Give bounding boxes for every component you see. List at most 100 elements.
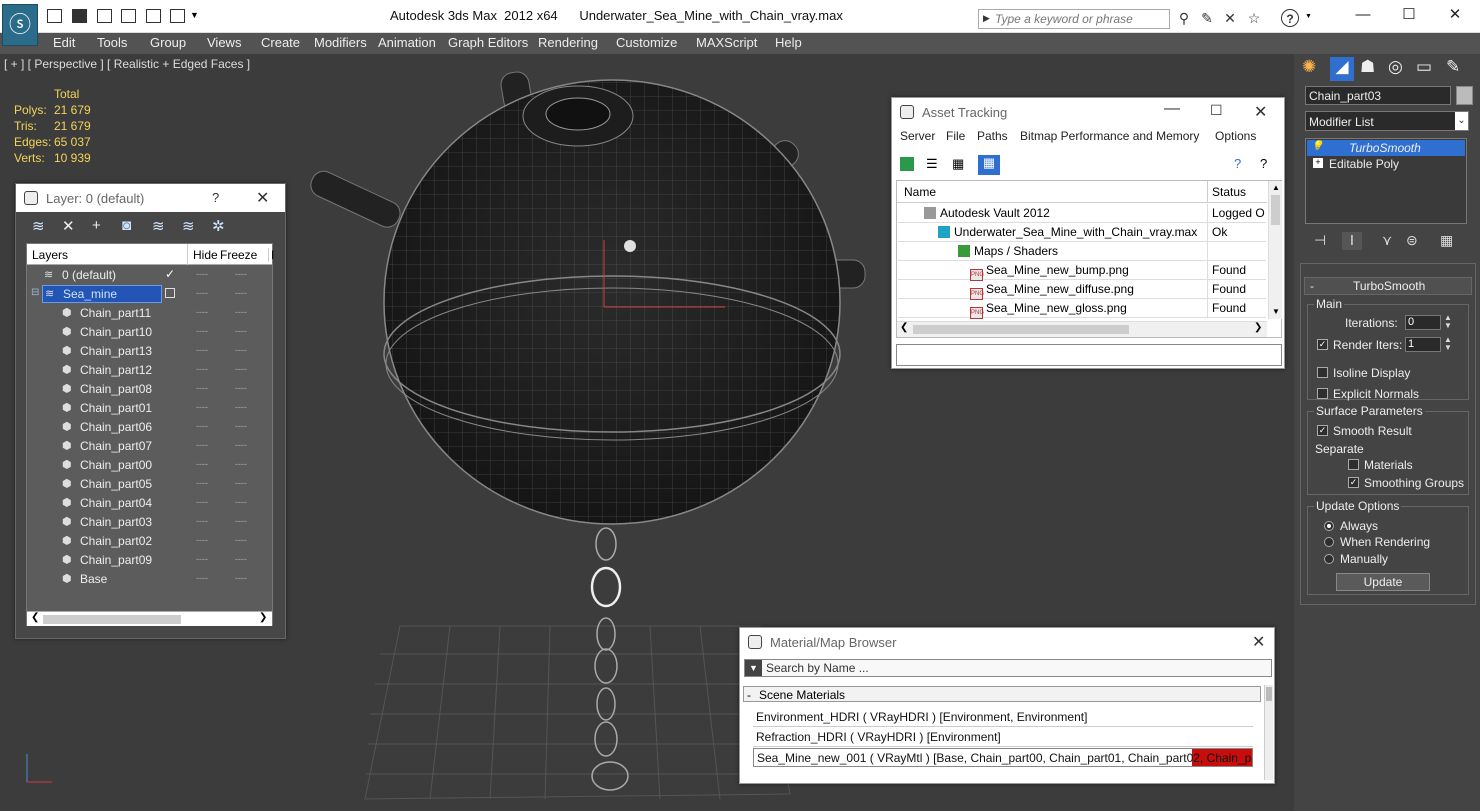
material-browser-titlebar[interactable]: Material/Map Browser ✕ [740, 628, 1274, 656]
menu-paths[interactable]: Paths [977, 129, 1008, 143]
menu-views[interactable]: Views [207, 35, 241, 50]
hide-toggle[interactable]: ---- [196, 478, 208, 488]
always-radio[interactable] [1324, 521, 1334, 531]
layer-row[interactable]: ⬢ Chain_part02 ---- ---- [28, 532, 270, 551]
freeze-toggle[interactable]: ---- [235, 345, 247, 355]
asset-tracking-titlebar[interactable]: Asset Tracking — ☐ ✕ [892, 98, 1284, 126]
stack-item-editable-poly[interactable]: + Editable Poly [1307, 156, 1465, 172]
search-options-icon[interactable]: ▼ [745, 660, 762, 676]
menu-create[interactable]: Create [261, 35, 300, 50]
stack-item-turbosmooth[interactable]: 💡 TurboSmooth [1307, 140, 1465, 156]
minimize-icon[interactable]: — [1164, 100, 1180, 118]
freeze-toggle[interactable]: ---- [235, 440, 247, 450]
configure-sets-icon[interactable]: ▦ [1440, 232, 1453, 249]
freeze-toggle[interactable]: ---- [235, 516, 247, 526]
select-objects-icon[interactable]: ◙ [122, 217, 131, 234]
tree-view-icon[interactable]: ▦ [952, 156, 964, 172]
hide-toggle[interactable]: ---- [196, 269, 208, 279]
freeze-toggle[interactable]: ---- [235, 497, 247, 507]
vertical-scrollbar[interactable] [1264, 685, 1273, 780]
layer-row[interactable]: ⬢ Chain_part12 ---- ---- [28, 361, 270, 380]
menu-help[interactable]: Help [775, 35, 802, 50]
hide-toggle[interactable]: ---- [196, 497, 208, 507]
layer-row[interactable]: ⬢ Chain_part03 ---- ---- [28, 513, 270, 532]
layer-row[interactable]: ⊟ ≋ Sea_mine ---- ---- [28, 285, 270, 304]
when-rendering-radio[interactable] [1324, 537, 1334, 547]
iterations-spinner[interactable]: 0 [1405, 315, 1441, 330]
refresh-icon[interactable] [900, 157, 914, 171]
hide-toggle[interactable]: ---- [196, 535, 208, 545]
layer-row[interactable]: ≋ 0 (default) ✓ ---- ---- [28, 266, 270, 285]
asset-row[interactable]: Maps / Shaders [898, 242, 1266, 261]
scroll-right-icon[interactable]: ❯ [1254, 322, 1262, 333]
binoculars-icon[interactable]: ⚲ [1175, 9, 1193, 27]
scroll-thumb[interactable] [913, 325, 1129, 334]
layer-row[interactable]: ⬢ Chain_part05 ---- ---- [28, 475, 270, 494]
make-unique-icon[interactable]: ⋎ [1382, 232, 1392, 249]
explicit-normals-checkbox[interactable] [1317, 388, 1328, 399]
object-color-swatch[interactable] [1456, 86, 1473, 105]
display-tab-icon[interactable]: ▭ [1416, 57, 1432, 77]
layer-row[interactable]: ⬢ Chain_part06 ---- ---- [28, 418, 270, 437]
chevron-down-icon[interactable]: ▼ [1305, 13, 1312, 20]
menu-tools[interactable]: Tools [97, 35, 127, 50]
layer-row[interactable]: ⬢ Chain_part13 ---- ---- [28, 342, 270, 361]
list-view-icon[interactable]: ☰ [926, 156, 938, 172]
freeze-toggle[interactable]: ---- [235, 459, 247, 469]
menu-customize[interactable]: Customize [616, 35, 677, 50]
hide-toggle[interactable]: ---- [196, 554, 208, 564]
chevron-down-icon[interactable]: ▼ [190, 10, 199, 20]
save-icon[interactable] [72, 9, 87, 23]
scroll-up-icon[interactable]: ▲ [1272, 183, 1280, 192]
hide-toggle[interactable]: ---- [196, 440, 208, 450]
menu-bitmap-performance[interactable]: Bitmap Performance and Memory [1020, 129, 1199, 143]
menu-rendering[interactable]: Rendering [538, 35, 598, 50]
asset-row[interactable]: Autodesk Vault 2012 Logged O [898, 204, 1266, 223]
manually-radio[interactable] [1324, 554, 1334, 564]
keyword-search-input[interactable]: Type a keyword or phrase [978, 9, 1170, 29]
delete-layer-icon[interactable]: ✕ [62, 217, 75, 235]
freeze-toggle[interactable]: ---- [235, 478, 247, 488]
close-window-button[interactable]: ✕ [1432, 4, 1478, 26]
layer-row[interactable]: ⬢ Chain_part01 ---- ---- [28, 399, 270, 418]
freeze-toggle[interactable]: ---- [235, 573, 247, 583]
spinner-arrows-icon[interactable]: ▲ ▼ [1444, 314, 1452, 330]
hide-toggle[interactable]: ---- [196, 326, 208, 336]
pin-stack-icon[interactable]: ⊣ [1314, 232, 1326, 249]
column-freeze[interactable]: Freeze [220, 248, 257, 262]
create-tab-icon[interactable]: ✺ [1302, 57, 1316, 77]
lightbulb-icon[interactable]: 💡 [1311, 141, 1323, 152]
horizontal-scrollbar[interactable]: ❮ ❯ [27, 611, 272, 626]
menu-animation[interactable]: Animation [378, 35, 436, 50]
column-render[interactable]: I [268, 248, 274, 262]
asset-row[interactable]: PNG Sea_Mine_new_gloss.png Found [898, 299, 1266, 319]
active-layer-check-icon[interactable]: ✓ [165, 267, 175, 281]
modifier-list-dropdown[interactable]: Modifier List ⌄ [1305, 111, 1469, 131]
material-row[interactable]: Sea_Mine_new_001 ( VRayMtl ) [Base, Chai… [753, 748, 1253, 767]
asset-row[interactable]: Underwater_Sea_Mine_with_Chain_vray.max O… [898, 223, 1266, 242]
scroll-right-icon[interactable]: ❯ [259, 612, 267, 623]
hide-toggle[interactable]: ---- [196, 345, 208, 355]
expand-toggle-icon[interactable]: + [1313, 158, 1323, 168]
new-file-icon[interactable] [47, 9, 62, 23]
hide-toggle[interactable]: ---- [196, 402, 208, 412]
settings-icon[interactable]: ? [1260, 156, 1267, 171]
highlight-layer-icon[interactable]: ≋ [152, 217, 165, 235]
scroll-left-icon[interactable]: ❮ [900, 322, 908, 333]
show-end-result-icon[interactable]: Ⅰ [1342, 232, 1362, 250]
hierarchy-tab-icon[interactable]: ☗ [1360, 57, 1375, 77]
material-row[interactable]: Refraction_HDRI ( VRayHDRI ) [Environmen… [753, 728, 1253, 747]
smooth-result-checkbox[interactable]: ✓ [1317, 425, 1328, 436]
render-iters-spinner[interactable]: 1 [1405, 337, 1441, 352]
open-file-icon[interactable] [146, 9, 161, 23]
horizontal-scrollbar[interactable]: ❮ ❯ [897, 321, 1267, 337]
column-status[interactable]: Status [1212, 185, 1246, 199]
material-row[interactable]: Environment_HDRI ( VRayHDRI ) [Environme… [753, 708, 1253, 727]
hide-toggle[interactable]: ---- [196, 421, 208, 431]
freeze-toggle[interactable]: ---- [235, 554, 247, 564]
render-iters-checkbox[interactable]: ✓ [1317, 339, 1328, 350]
update-button[interactable]: Update [1336, 573, 1430, 591]
create-layer-icon[interactable]: ≋ [32, 217, 45, 235]
app-logo-icon[interactable]: ⓢ [2, 4, 38, 46]
hide-toggle[interactable]: ---- [196, 383, 208, 393]
